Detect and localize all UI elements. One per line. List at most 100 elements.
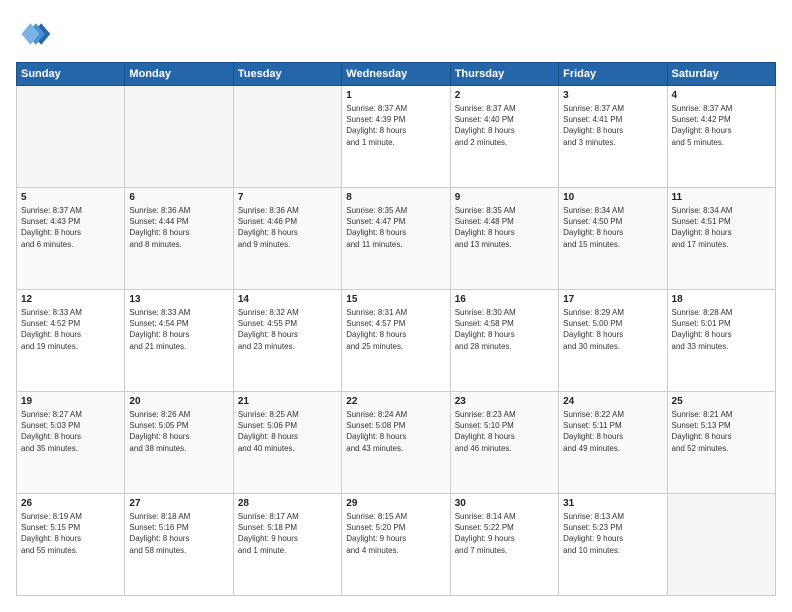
day-info: Sunrise: 8:15 AM Sunset: 5:20 PM Dayligh… xyxy=(346,511,445,556)
calendar-cell: 18 Sunrise: 8:28 AM Sunset: 5:01 PM Dayli… xyxy=(667,290,775,392)
page: SundayMondayTuesdayWednesdayThursdayFrid… xyxy=(0,0,792,612)
day-info: Sunrise: 8:31 AM Sunset: 4:57 PM Dayligh… xyxy=(346,307,445,352)
calendar-cell: 1 Sunrise: 8:37 AM Sunset: 4:39 PM Daylig… xyxy=(342,86,450,188)
day-info: Sunrise: 8:13 AM Sunset: 5:23 PM Dayligh… xyxy=(563,511,662,556)
day-info: Sunrise: 8:36 AM Sunset: 4:46 PM Dayligh… xyxy=(238,205,337,250)
day-number: 2 xyxy=(455,90,554,101)
day-info: Sunrise: 8:34 AM Sunset: 4:50 PM Dayligh… xyxy=(563,205,662,250)
day-info: Sunrise: 8:37 AM Sunset: 4:41 PM Dayligh… xyxy=(563,103,662,148)
day-number: 26 xyxy=(21,498,120,509)
calendar-cell: 10 Sunrise: 8:34 AM Sunset: 4:50 PM Dayli… xyxy=(559,188,667,290)
day-info: Sunrise: 8:27 AM Sunset: 5:03 PM Dayligh… xyxy=(21,409,120,454)
day-info: Sunrise: 8:29 AM Sunset: 5:00 PM Dayligh… xyxy=(563,307,662,352)
logo-icon xyxy=(16,16,52,52)
logo xyxy=(16,16,56,52)
day-number: 21 xyxy=(238,396,337,407)
day-number: 7 xyxy=(238,192,337,203)
calendar-cell xyxy=(125,86,233,188)
calendar-cell: 8 Sunrise: 8:35 AM Sunset: 4:47 PM Daylig… xyxy=(342,188,450,290)
day-info: Sunrise: 8:22 AM Sunset: 5:11 PM Dayligh… xyxy=(563,409,662,454)
day-number: 3 xyxy=(563,90,662,101)
calendar-cell: 28Sunrise: 8:17 AM Sunset: 5:18 PM Dayli… xyxy=(233,494,341,596)
calendar-cell: 30 Sunrise: 8:14 AM Sunset: 5:22 PM Dayli… xyxy=(450,494,558,596)
calendar-week-3: 12 Sunrise: 8:33 AM Sunset: 4:52 PM Dayli… xyxy=(17,290,776,392)
day-info: Sunrise: 8:30 AM Sunset: 4:58 PM Dayligh… xyxy=(455,307,554,352)
day-number: 17 xyxy=(563,294,662,305)
day-info: Sunrise: 8:14 AM Sunset: 5:22 PM Dayligh… xyxy=(455,511,554,556)
calendar-cell: 2Sunrise: 8:37 AM Sunset: 4:40 PM Daylig… xyxy=(450,86,558,188)
calendar-cell: 13Sunrise: 8:33 AM Sunset: 4:54 PM Dayli… xyxy=(125,290,233,392)
day-info: Sunrise: 8:24 AM Sunset: 5:08 PM Dayligh… xyxy=(346,409,445,454)
calendar-cell: 24 Sunrise: 8:22 AM Sunset: 5:11 PM Dayli… xyxy=(559,392,667,494)
day-info: Sunrise: 8:17 AM Sunset: 5:18 PM Dayligh… xyxy=(238,511,337,556)
day-info: Sunrise: 8:33 AM Sunset: 4:54 PM Dayligh… xyxy=(129,307,228,352)
day-number: 4 xyxy=(672,90,771,101)
day-info: Sunrise: 8:21 AM Sunset: 5:13 PM Dayligh… xyxy=(672,409,771,454)
day-info: Sunrise: 8:32 AM Sunset: 4:55 PM Dayligh… xyxy=(238,307,337,352)
day-info: Sunrise: 8:37 AM Sunset: 4:43 PM Dayligh… xyxy=(21,205,120,250)
calendar-cell: 21 Sunrise: 8:25 AM Sunset: 5:06 PM Dayli… xyxy=(233,392,341,494)
day-info: Sunrise: 8:37 AM Sunset: 4:39 PM Dayligh… xyxy=(346,103,445,148)
calendar-cell: 14Sunrise: 8:32 AM Sunset: 4:55 PM Dayli… xyxy=(233,290,341,392)
calendar-cell: 3 Sunrise: 8:37 AM Sunset: 4:41 PM Daylig… xyxy=(559,86,667,188)
day-info: Sunrise: 8:35 AM Sunset: 4:47 PM Dayligh… xyxy=(346,205,445,250)
day-number: 9 xyxy=(455,192,554,203)
calendar-table: SundayMondayTuesdayWednesdayThursdayFrid… xyxy=(16,62,776,596)
weekday-header-row: SundayMondayTuesdayWednesdayThursdayFrid… xyxy=(17,63,776,86)
calendar-cell: 22 Sunrise: 8:24 AM Sunset: 5:08 PM Dayli… xyxy=(342,392,450,494)
day-number: 24 xyxy=(563,396,662,407)
day-info: Sunrise: 8:36 AM Sunset: 4:44 PM Dayligh… xyxy=(129,205,228,250)
calendar-cell: 15 Sunrise: 8:31 AM Sunset: 4:57 PM Dayli… xyxy=(342,290,450,392)
day-number: 6 xyxy=(129,192,228,203)
day-number: 11 xyxy=(672,192,771,203)
calendar-cell: 9 Sunrise: 8:35 AM Sunset: 4:48 PM Daylig… xyxy=(450,188,558,290)
calendar-cell: 25Sunrise: 8:21 AM Sunset: 5:13 PM Dayli… xyxy=(667,392,775,494)
day-number: 15 xyxy=(346,294,445,305)
weekday-header-monday: Monday xyxy=(125,63,233,86)
calendar-cell: 29Sunrise: 8:15 AM Sunset: 5:20 PM Dayli… xyxy=(342,494,450,596)
day-number: 18 xyxy=(672,294,771,305)
calendar-cell: 20 Sunrise: 8:26 AM Sunset: 5:05 PM Dayli… xyxy=(125,392,233,494)
day-number: 10 xyxy=(563,192,662,203)
calendar-cell: 6 Sunrise: 8:36 AM Sunset: 4:44 PM Daylig… xyxy=(125,188,233,290)
calendar-cell xyxy=(17,86,125,188)
weekday-header-sunday: Sunday xyxy=(17,63,125,86)
calendar-cell xyxy=(233,86,341,188)
day-info: Sunrise: 8:37 AM Sunset: 4:42 PM Dayligh… xyxy=(672,103,771,148)
weekday-header-tuesday: Tuesday xyxy=(233,63,341,86)
day-info: Sunrise: 8:33 AM Sunset: 4:52 PM Dayligh… xyxy=(21,307,120,352)
day-number: 30 xyxy=(455,498,554,509)
weekday-header-friday: Friday xyxy=(559,63,667,86)
calendar-week-2: 5 Sunrise: 8:37 AM Sunset: 4:43 PM Daylig… xyxy=(17,188,776,290)
calendar-cell: 17 Sunrise: 8:29 AM Sunset: 5:00 PM Dayli… xyxy=(559,290,667,392)
calendar-cell xyxy=(667,494,775,596)
day-number: 27 xyxy=(129,498,228,509)
calendar-cell: 16Sunrise: 8:30 AM Sunset: 4:58 PM Dayli… xyxy=(450,290,558,392)
day-number: 8 xyxy=(346,192,445,203)
calendar-week-4: 19 Sunrise: 8:27 AM Sunset: 5:03 PM Dayli… xyxy=(17,392,776,494)
weekday-header-wednesday: Wednesday xyxy=(342,63,450,86)
calendar-cell: 4 Sunrise: 8:37 AM Sunset: 4:42 PM Daylig… xyxy=(667,86,775,188)
day-number: 22 xyxy=(346,396,445,407)
calendar-cell: 27Sunrise: 8:18 AM Sunset: 5:16 PM Dayli… xyxy=(125,494,233,596)
day-info: Sunrise: 8:26 AM Sunset: 5:05 PM Dayligh… xyxy=(129,409,228,454)
day-number: 31 xyxy=(563,498,662,509)
day-info: Sunrise: 8:28 AM Sunset: 5:01 PM Dayligh… xyxy=(672,307,771,352)
day-info: Sunrise: 8:35 AM Sunset: 4:48 PM Dayligh… xyxy=(455,205,554,250)
day-number: 12 xyxy=(21,294,120,305)
day-number: 1 xyxy=(346,90,445,101)
day-number: 20 xyxy=(129,396,228,407)
weekday-header-thursday: Thursday xyxy=(450,63,558,86)
day-number: 19 xyxy=(21,396,120,407)
calendar-cell: 12 Sunrise: 8:33 AM Sunset: 4:52 PM Dayli… xyxy=(17,290,125,392)
day-number: 5 xyxy=(21,192,120,203)
calendar-cell: 19 Sunrise: 8:27 AM Sunset: 5:03 PM Dayli… xyxy=(17,392,125,494)
day-info: Sunrise: 8:19 AM Sunset: 5:15 PM Dayligh… xyxy=(21,511,120,556)
calendar-cell: 31 Sunrise: 8:13 AM Sunset: 5:23 PM Dayli… xyxy=(559,494,667,596)
day-info: Sunrise: 8:25 AM Sunset: 5:06 PM Dayligh… xyxy=(238,409,337,454)
day-info: Sunrise: 8:23 AM Sunset: 5:10 PM Dayligh… xyxy=(455,409,554,454)
day-info: Sunrise: 8:34 AM Sunset: 4:51 PM Dayligh… xyxy=(672,205,771,250)
calendar-cell: 26 Sunrise: 8:19 AM Sunset: 5:15 PM Dayli… xyxy=(17,494,125,596)
calendar-cell: 23Sunrise: 8:23 AM Sunset: 5:10 PM Dayli… xyxy=(450,392,558,494)
calendar-week-5: 26 Sunrise: 8:19 AM Sunset: 5:15 PM Dayli… xyxy=(17,494,776,596)
